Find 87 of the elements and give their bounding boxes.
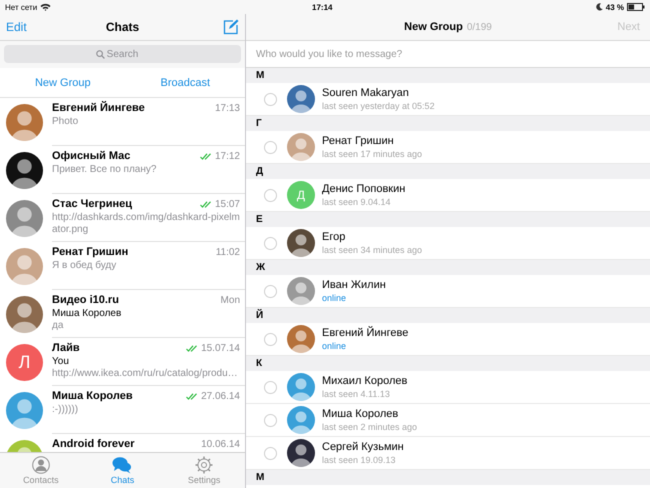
chat-name: Лайв (52, 342, 81, 354)
last-seen-text: last seen 17 minutes ago (322, 149, 422, 159)
contact-name: Souren Makaryan (322, 87, 410, 99)
contact-name: Сергей Кузьмин (322, 441, 404, 453)
chat-name: Ренат Гришин (52, 246, 130, 258)
section-letter: Е (256, 214, 263, 225)
double-check-icon (200, 152, 212, 160)
chat-name: Офисный Mac (52, 150, 132, 162)
chat-name: Евгений Йингеве (52, 102, 146, 114)
section-letter: Й (256, 310, 264, 321)
message-preview: Я в обед буду (52, 260, 118, 272)
section-letter: М (256, 472, 264, 483)
avatar: Л (6, 344, 43, 381)
tab[interactable]: Settings (174, 456, 234, 485)
select-radio[interactable] (264, 188, 277, 202)
last-seen-text: last seen 2 minutes ago (322, 422, 418, 432)
tab[interactable]: Chats (92, 456, 152, 485)
settings-icon (195, 456, 214, 474)
section-letter: К (256, 358, 262, 369)
select-radio[interactable] (264, 446, 277, 460)
section-letter: Д (256, 166, 264, 177)
last-seen-text: last seen 19.09.13 (322, 455, 397, 465)
contact-name: Ренат Гришин (322, 135, 395, 147)
chat-time: 15.07.14 (201, 342, 240, 354)
tab[interactable]: Contacts (10, 456, 71, 485)
search-field[interactable]: Search (4, 45, 241, 63)
contact-name: Денис Поповкин (322, 183, 406, 195)
carrier-text: Нет сети (5, 2, 38, 12)
chat-time: 27.06.14 (201, 390, 240, 402)
last-seen-text: last seen 9.04.14 (322, 197, 392, 207)
section-letter: Г (256, 118, 262, 129)
select-radio[interactable] (264, 236, 277, 250)
chat-bubbles-icon (112, 456, 132, 474)
message-preview: Photo (52, 116, 80, 128)
message-preview: да (52, 320, 64, 332)
chat-time: 17:13 (214, 102, 240, 114)
selected-count: 0/199 (466, 22, 492, 32)
contact-name: Иван Жилин (322, 279, 386, 291)
contact-name: Евгений Йингеве (322, 327, 408, 339)
chat-time: 15:07 (214, 198, 240, 210)
last-seen-text: online (322, 341, 348, 351)
last-seen-text: last seen 4.11.13 (322, 389, 391, 399)
select-radio[interactable] (264, 332, 277, 346)
section-letter: M (256, 70, 264, 81)
moon-icon (596, 3, 603, 11)
last-seen-text: last seen yesterday at 05:52 (322, 101, 435, 111)
select-radio[interactable] (264, 140, 277, 154)
message-preview: http://dashkards.com/img/dashkard-pixelmator.png (52, 212, 240, 236)
last-seen-text: online (322, 293, 348, 303)
sender-name: You (52, 356, 70, 367)
compose-icon[interactable] (223, 19, 239, 35)
wifi-icon (40, 3, 52, 11)
section-letter: Ж (256, 262, 266, 273)
edit-button[interactable]: Edit (6, 20, 27, 34)
chat-time: 10.06.14 (201, 438, 240, 450)
chat-name: Стас Чегринец (52, 198, 134, 210)
chat-name: Миша Королев (52, 390, 134, 402)
chat-time: 11:02 (216, 246, 240, 258)
message-preview: Привет. Все по плану? (52, 164, 158, 176)
battery-percent: 43 % (606, 2, 624, 12)
contact-name: Миша Королев (322, 408, 400, 420)
double-check-icon (200, 200, 212, 208)
person-icon (32, 456, 50, 474)
chat-time: 17:12 (214, 150, 240, 162)
search-icon (96, 50, 105, 59)
contact-name: Егор (322, 231, 346, 243)
select-radio[interactable] (264, 284, 277, 298)
last-seen-text: last seen 34 minutes ago (322, 245, 422, 255)
chat-name: Android forever (52, 438, 136, 450)
avatar: Д (287, 181, 315, 209)
chats-title: Chats (106, 20, 140, 34)
clock-text: 17:14 (312, 2, 332, 12)
new-group-link[interactable]: New Group (34, 76, 91, 88)
battery-icon (627, 3, 645, 11)
message-preview: http://www.ikea.com/ru/ru/catalog/produ… (52, 368, 239, 380)
double-check-icon (186, 344, 198, 352)
chat-time: Mon (220, 294, 240, 306)
contact-name: Михаил Королев (322, 375, 408, 387)
message-preview: :-)))))) (52, 404, 80, 416)
select-radio[interactable] (264, 414, 277, 426)
chat-name: Видео i10.ru (52, 294, 120, 306)
select-radio[interactable] (264, 92, 277, 106)
broadcast-link[interactable]: Broadcast (160, 76, 210, 88)
new-group-title: New Group (404, 21, 463, 33)
select-radio[interactable] (264, 380, 277, 394)
double-check-icon (186, 392, 198, 400)
sender-name: Миша Королев (52, 308, 122, 319)
